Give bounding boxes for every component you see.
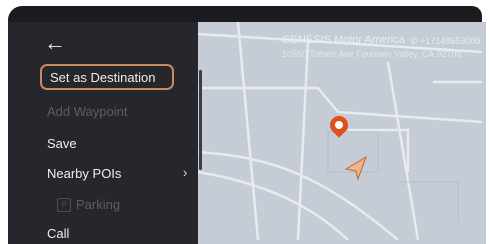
- menu-item-add-waypoint: Add Waypoint: [47, 104, 128, 119]
- menu-item-save[interactable]: Save: [47, 136, 77, 151]
- current-location-arrow-icon: [344, 155, 367, 181]
- menu-scrollbar[interactable]: [199, 70, 202, 170]
- menu-item-nearby-pois[interactable]: Nearby POIs: [47, 166, 121, 181]
- menu-item-set-destination[interactable]: Set as Destination: [40, 64, 174, 90]
- menu-item-parking: Parking: [76, 197, 121, 212]
- phone-icon: ✆: [410, 36, 418, 46]
- poi-phone-number: +17149653000: [420, 36, 481, 46]
- poi-address: 10550 Talbert Ave Fountain Valley, CA 92…: [282, 49, 462, 59]
- parking-icon: P: [57, 198, 71, 212]
- chevron-right-icon: ›: [183, 165, 188, 180]
- menu-item-call[interactable]: Call: [47, 226, 69, 241]
- poi-phone[interactable]: ✆ +17149653000: [410, 36, 480, 47]
- back-arrow-icon[interactable]: ←: [44, 32, 74, 56]
